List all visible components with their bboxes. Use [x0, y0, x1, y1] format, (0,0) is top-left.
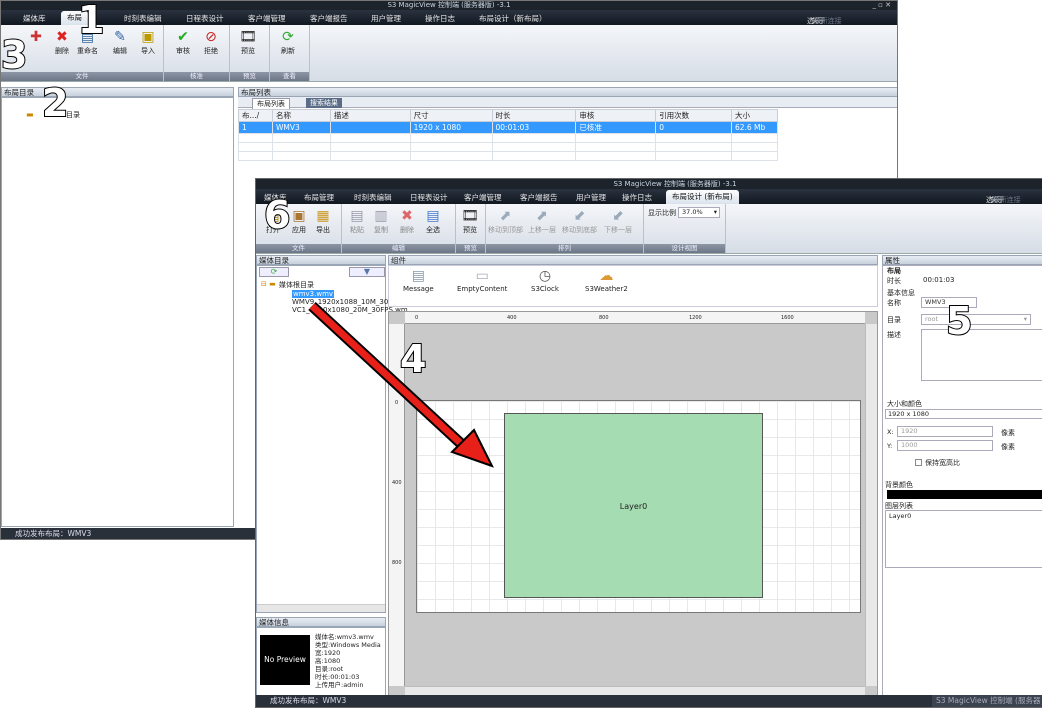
- callout-1: 1: [77, 0, 105, 42]
- callout-4: 4: [399, 337, 427, 381]
- callout-2: 2: [41, 81, 69, 125]
- callout-3: 3: [0, 33, 28, 77]
- callout-5: 5: [945, 299, 973, 343]
- arrow-shaft: [309, 303, 473, 455]
- callout-6: 6: [263, 193, 291, 237]
- arrow-annotation: [308, 301, 494, 468]
